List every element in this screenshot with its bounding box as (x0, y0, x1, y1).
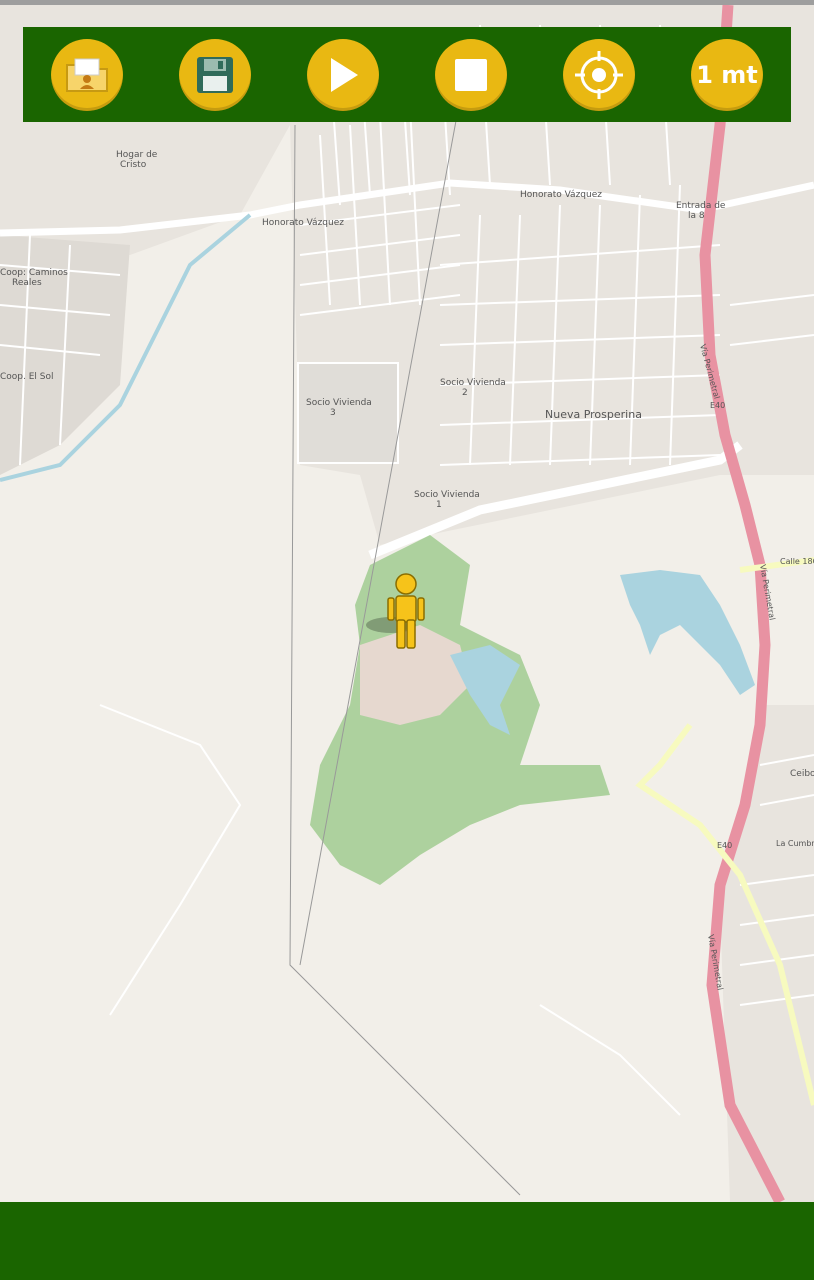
label-e40-b: E40 (717, 841, 732, 850)
lake-east (620, 570, 755, 695)
label-nueva-prosperina: Nueva Prosperina (545, 408, 642, 421)
label-entrada-2: la 8 (688, 211, 705, 221)
label-ceibo: Ceibo (790, 769, 814, 779)
crosshair-icon (575, 50, 623, 99)
label-e40-a: E40 (710, 401, 725, 410)
label-entrada: Entrada de (676, 201, 726, 211)
label-socio-1: Socio Vivienda (414, 490, 480, 500)
label-socio-1b: 1 (436, 500, 442, 510)
map-canvas[interactable]: Honorato Vázquez Honorato Vázquez Hogar … (0, 5, 814, 1202)
label-socio-3: Socio Vivienda (306, 398, 372, 408)
label-socio-2: Socio Vivienda (440, 378, 506, 388)
play-icon (331, 57, 358, 92)
label-socio-3b: 3 (330, 408, 336, 418)
socio-vivienda-3-block (297, 362, 399, 464)
stop-button[interactable] (435, 38, 507, 111)
park-area (310, 535, 610, 885)
toolbar: 1 mt (23, 27, 791, 122)
label-hogar-2: Cristo (120, 160, 147, 170)
stop-icon (455, 58, 487, 91)
folder-user-icon (66, 58, 108, 92)
label-coop-sol: Coop. El Sol (0, 372, 54, 382)
save-button[interactable] (179, 38, 251, 111)
label-hogar: Hogar de (116, 150, 158, 160)
scale-button[interactable]: 1 mt (691, 38, 763, 111)
scale-label: 1 mt (696, 60, 758, 89)
label-socio-2b: 2 (462, 388, 468, 398)
urban-area-east (720, 705, 814, 1202)
bottom-bar (0, 1202, 814, 1280)
label-coop-caminos: Coop: Caminos (0, 268, 68, 278)
label-coop-caminos-2: Reales (12, 278, 42, 288)
label-calle-18g: Calle 18G (780, 557, 814, 566)
label-honorato-1: Honorato Vázquez (262, 218, 344, 228)
label-la-cumbre: La Cumbre (776, 839, 814, 848)
open-folder-button[interactable] (51, 38, 123, 111)
play-button[interactable] (307, 38, 379, 111)
label-honorato-2: Honorato Vázquez (520, 190, 602, 200)
map-view[interactable]: Honorato Vázquez Honorato Vázquez Hogar … (0, 5, 814, 1202)
floppy-disk-icon (197, 56, 233, 93)
locate-button[interactable] (563, 38, 635, 111)
